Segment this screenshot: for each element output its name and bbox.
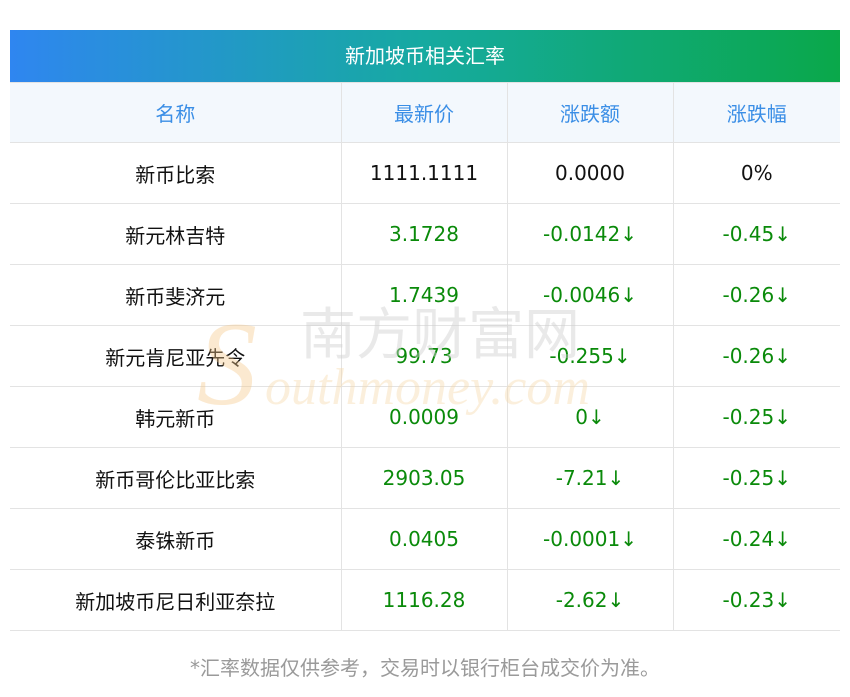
price-change: -0.0142↓ bbox=[506, 203, 674, 265]
price-change: -0.0046↓ bbox=[506, 264, 674, 326]
change-percent: 0% bbox=[672, 142, 840, 204]
column-header-price: 最新价 bbox=[340, 82, 508, 143]
change-percent: -0.24↓ bbox=[672, 508, 840, 570]
change-percent: -0.25↓ bbox=[672, 447, 840, 509]
table-header-row: 名称 最新价 涨跌额 涨跌幅 bbox=[10, 82, 840, 143]
change-percent: -0.25↓ bbox=[672, 386, 840, 448]
price-change: -7.21↓ bbox=[506, 447, 674, 509]
table-row[interactable]: 新元肯尼亚先令 99.73 -0.255↓ -0.26↓ bbox=[10, 325, 840, 387]
currency-name[interactable]: 新币斐济元 bbox=[10, 264, 342, 326]
footnote: *汇率数据仅供参考，交易时以银行柜台成交价为准。 bbox=[190, 656, 660, 680]
table-row[interactable]: 新币斐济元 1.7439 -0.0046↓ -0.26↓ bbox=[10, 264, 840, 326]
latest-price: 1116.28 bbox=[340, 569, 508, 631]
price-change: -0.255↓ bbox=[506, 325, 674, 387]
table-row[interactable]: 新币哥伦比亚比索 2903.05 -7.21↓ -0.25↓ bbox=[10, 447, 840, 509]
latest-price: 0.0009 bbox=[340, 386, 508, 448]
table-row[interactable]: 新加坡币尼日利亚奈拉 1116.28 -2.62↓ -0.23↓ bbox=[10, 569, 840, 631]
latest-price: 1.7439 bbox=[340, 264, 508, 326]
latest-price: 1111.1111 bbox=[340, 142, 508, 204]
change-percent: -0.23↓ bbox=[672, 569, 840, 631]
column-header-change: 涨跌额 bbox=[506, 82, 674, 143]
change-percent: -0.26↓ bbox=[672, 264, 840, 326]
latest-price: 0.0405 bbox=[340, 508, 508, 570]
price-change: -0.0001↓ bbox=[506, 508, 674, 570]
panel-title: 新加坡币相关汇率 bbox=[10, 30, 840, 82]
column-header-name: 名称 bbox=[10, 82, 342, 143]
currency-name[interactable]: 新币比索 bbox=[10, 142, 342, 204]
change-percent: -0.45↓ bbox=[672, 203, 840, 265]
change-percent: -0.26↓ bbox=[672, 325, 840, 387]
column-header-pct: 涨跌幅 bbox=[672, 82, 840, 143]
table-row[interactable]: 新币比索 1111.1111 0.0000 0% bbox=[10, 142, 840, 204]
rates-table: 名称 最新价 涨跌额 涨跌幅 新币比索 1111.1111 0.0000 0% … bbox=[10, 82, 840, 631]
currency-name[interactable]: 泰铢新币 bbox=[10, 508, 342, 570]
latest-price: 2903.05 bbox=[340, 447, 508, 509]
price-change: 0↓ bbox=[506, 386, 674, 448]
price-change: 0.0000 bbox=[506, 142, 674, 204]
currency-name[interactable]: 新币哥伦比亚比索 bbox=[10, 447, 342, 509]
price-change: -2.62↓ bbox=[506, 569, 674, 631]
currency-name[interactable]: 新加坡币尼日利亚奈拉 bbox=[10, 569, 342, 631]
latest-price: 99.73 bbox=[340, 325, 508, 387]
currency-name[interactable]: 新元肯尼亚先令 bbox=[10, 325, 342, 387]
latest-price: 3.1728 bbox=[340, 203, 508, 265]
currency-name[interactable]: 新元林吉特 bbox=[10, 203, 342, 265]
currency-name[interactable]: 韩元新币 bbox=[10, 386, 342, 448]
rates-panel: 新加坡币相关汇率 名称 最新价 涨跌额 涨跌幅 新币比索 1111.1111 0… bbox=[10, 30, 840, 631]
table-row[interactable]: 新元林吉特 3.1728 -0.0142↓ -0.45↓ bbox=[10, 203, 840, 265]
table-row[interactable]: 泰铢新币 0.0405 -0.0001↓ -0.24↓ bbox=[10, 508, 840, 570]
table-row[interactable]: 韩元新币 0.0009 0↓ -0.25↓ bbox=[10, 386, 840, 448]
